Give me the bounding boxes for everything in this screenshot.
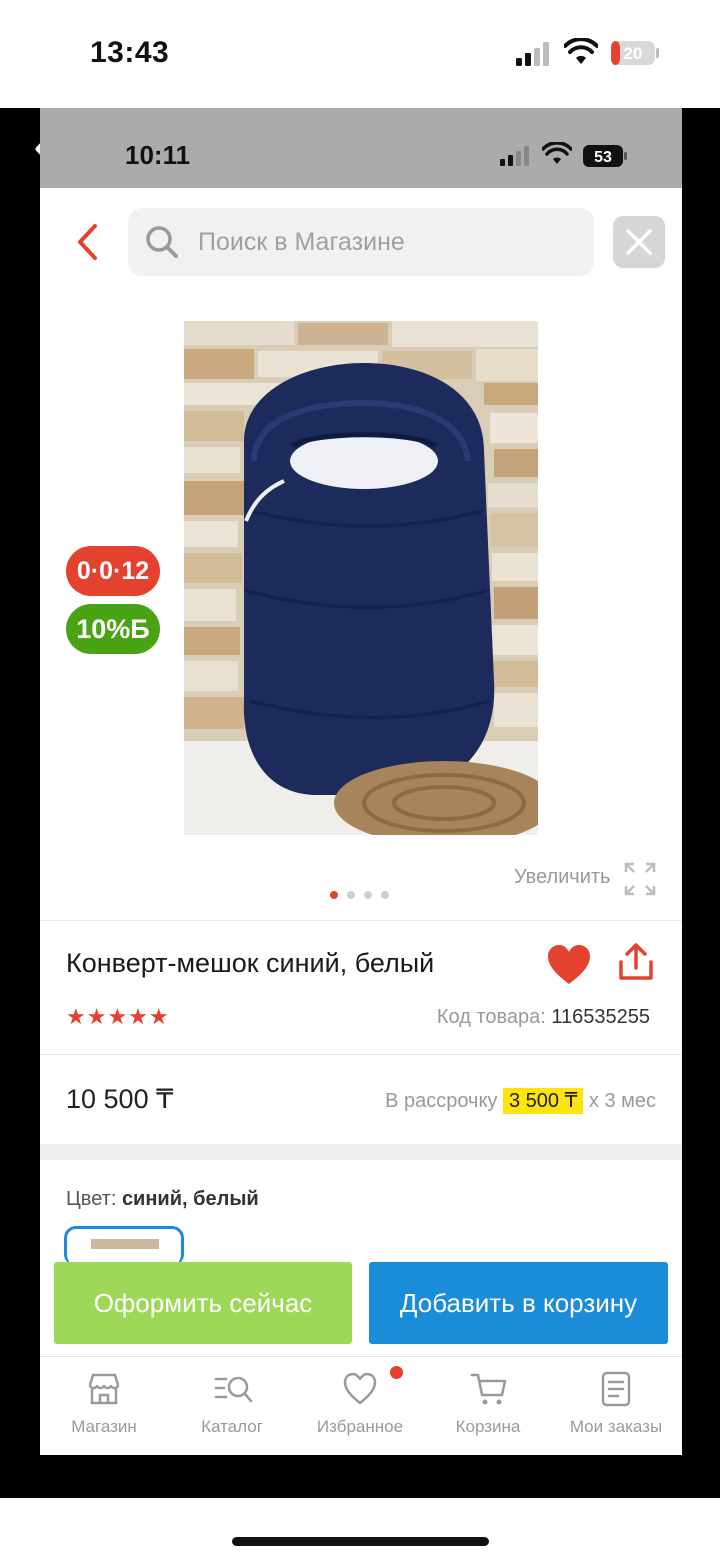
divider — [40, 920, 682, 921]
product-title: Конверт-мешок синий, белый — [66, 948, 435, 978]
tab-label: Корзина — [455, 1417, 521, 1436]
back-arrow-icon[interactable] — [74, 222, 100, 262]
tab-cart[interactable]: Корзина — [424, 1357, 552, 1455]
tab-label: Каталог — [201, 1417, 263, 1436]
installment-suffix: х 3 мес — [588, 1090, 656, 1112]
battery-low-icon: 20 — [611, 41, 659, 65]
sleeping-bag-body — [243, 363, 495, 795]
color-label: Цвет: — [66, 1188, 117, 1210]
clear-search-button[interactable] — [613, 216, 665, 268]
bottom-tab-bar: Магазин Каталог Избранное Корзина Мои за… — [40, 1356, 682, 1455]
section-divider — [40, 1144, 682, 1160]
app-screen: 10:11 53 Поиск в Магазине 0·0·12 10%Б Ув… — [40, 108, 682, 1455]
home-indicator[interactable] — [232, 1537, 489, 1546]
favorite-heart-icon[interactable] — [546, 944, 592, 986]
installment-info[interactable]: В рассрочку 3 500 ₸ х 3 мес — [385, 1088, 656, 1114]
buy-now-button[interactable]: Оформить сейчас — [54, 1262, 352, 1344]
pagination-dot — [381, 891, 389, 899]
outer-battery-level: 20 — [624, 44, 643, 63]
inner-status-bar: 10:11 53 — [40, 108, 682, 188]
battery-icon: 53 — [583, 145, 627, 167]
gallery-pagination — [330, 886, 398, 899]
product-code-value: 116535255 — [551, 1006, 650, 1028]
store-icon — [88, 1373, 120, 1405]
inner-battery-level: 53 — [594, 149, 612, 166]
search-icon — [146, 226, 178, 258]
favorites-notification-dot — [390, 1366, 403, 1379]
color-value: синий, белый — [121, 1188, 259, 1210]
outer-status-bar: 13:43 20 — [0, 0, 720, 108]
share-icon[interactable] — [617, 942, 655, 982]
tab-catalog[interactable]: Каталог — [168, 1357, 296, 1455]
tab-store[interactable]: Магазин — [40, 1357, 168, 1455]
product-price: 10 500 ₸ — [66, 1084, 174, 1114]
cellular-signal-icon — [500, 146, 529, 166]
bonus-badge: 10%Б — [66, 604, 160, 654]
close-icon — [626, 229, 652, 255]
inner-status-time: 10:11 — [125, 140, 191, 170]
installment-badge: 0·0·12 — [66, 546, 160, 596]
search-input[interactable]: Поиск в Магазине — [128, 208, 594, 276]
tab-label: Мои заказы — [569, 1417, 663, 1436]
orders-icon — [601, 1371, 631, 1407]
installment-amount: 3 500 ₸ — [502, 1088, 584, 1114]
add-to-cart-button[interactable]: Добавить в корзину — [369, 1262, 668, 1344]
wifi-icon — [542, 142, 572, 164]
tab-favorites[interactable]: Избранное — [296, 1357, 424, 1455]
cart-icon — [470, 1373, 507, 1405]
wifi-icon — [564, 38, 598, 64]
cellular-signal-icon — [516, 42, 549, 66]
tab-label: Магазин — [71, 1417, 137, 1436]
product-image[interactable] — [184, 321, 538, 835]
color-swatch-selected[interactable] — [64, 1226, 184, 1266]
tab-my-orders[interactable]: Мои заказы — [552, 1357, 680, 1455]
heart-outline-icon — [343, 1372, 377, 1405]
pagination-dot — [347, 891, 355, 899]
installment-prefix: В рассрочку — [385, 1090, 498, 1112]
color-selector-label: Цвет: синий, белый — [66, 1188, 259, 1211]
search-bar: Поиск в Магазине — [40, 188, 682, 294]
product-code: Код товара: 116535255 — [437, 1006, 650, 1029]
tab-label: Избранное — [316, 1417, 404, 1436]
divider — [40, 1054, 682, 1055]
expand-icon[interactable] — [624, 862, 656, 896]
pagination-dot — [364, 891, 372, 899]
swatch-thumbnail — [91, 1239, 159, 1249]
product-code-label: Код товара: — [436, 1006, 546, 1028]
search-placeholder: Поиск в Магазине — [198, 228, 405, 256]
zoom-button-label[interactable]: Увеличить — [514, 866, 610, 889]
pagination-dot-active — [330, 891, 338, 899]
outer-status-time: 13:43 — [90, 36, 170, 69]
catalog-search-icon — [214, 1376, 253, 1403]
rating-stars: ★★★★★ — [66, 1004, 170, 1029]
